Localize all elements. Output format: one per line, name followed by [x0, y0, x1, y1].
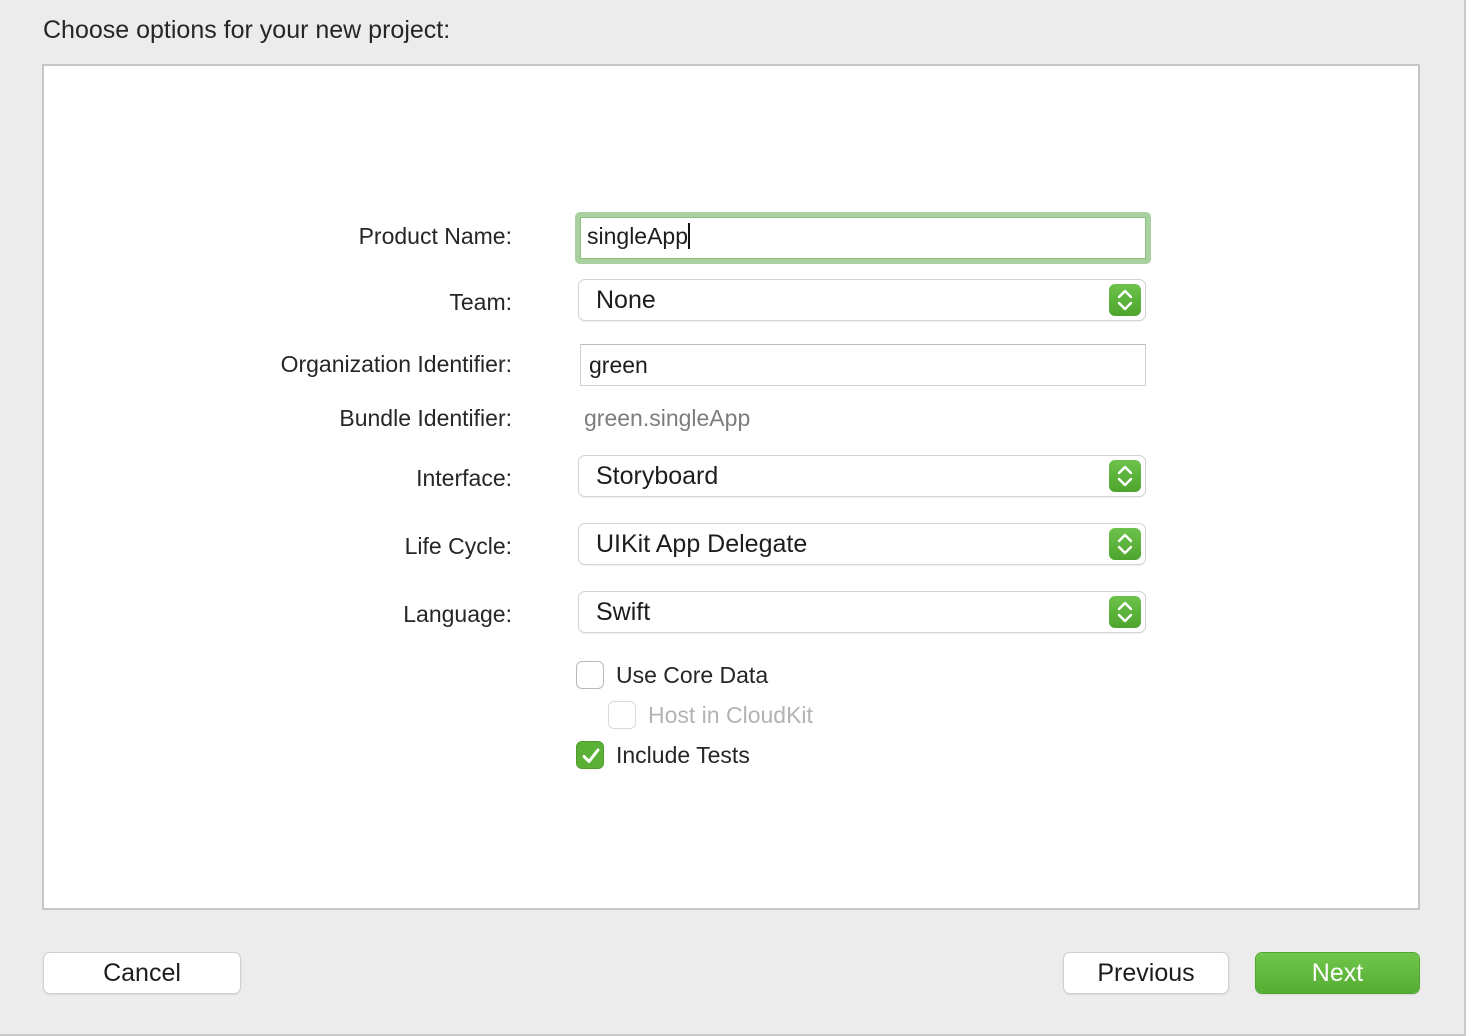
use-core-data-label: Use Core Data — [616, 662, 769, 688]
include-tests-checkbox[interactable] — [576, 741, 604, 769]
language-popup[interactable]: Swift — [579, 592, 1145, 632]
language-value: Swift — [596, 598, 651, 626]
team-value: None — [596, 286, 656, 314]
interface-label: Interface: — [416, 465, 512, 491]
host-in-cloudkit-checkbox — [608, 701, 636, 729]
use-core-data-checkbox[interactable] — [576, 661, 604, 689]
life-cycle-value: UIKit App Delegate — [596, 530, 808, 558]
interface-popup[interactable]: Storyboard — [579, 456, 1145, 496]
bundle-identifier-value: green.singleApp — [584, 405, 751, 431]
options-panel: Product Name: singleApp Team: None Organ… — [42, 64, 1420, 910]
team-label: Team: — [449, 289, 512, 315]
product-name-label: Product Name: — [358, 223, 512, 249]
up-down-chevron-icon — [1109, 528, 1141, 560]
up-down-chevron-icon — [1109, 596, 1141, 628]
next-button[interactable]: Next — [1256, 953, 1419, 993]
host-in-cloudkit-label: Host in CloudKit — [648, 702, 813, 728]
language-label: Language: — [403, 601, 512, 627]
new-project-options-sheet: Choose options for your new project: Pro… — [0, 0, 1466, 1036]
organization-identifier-label: Organization Identifier: — [280, 351, 512, 377]
include-tests-label: Include Tests — [616, 742, 750, 768]
organization-identifier-field[interactable]: green — [580, 344, 1146, 386]
up-down-chevron-icon — [1109, 460, 1141, 492]
team-popup[interactable]: None — [579, 280, 1145, 320]
text-caret — [688, 223, 691, 249]
cancel-button[interactable]: Cancel — [44, 953, 240, 993]
product-name-field[interactable]: singleApp — [575, 212, 1151, 264]
previous-button[interactable]: Previous — [1064, 953, 1228, 993]
dialog-heading: Choose options for your new project: — [43, 16, 451, 44]
checkmark-icon — [582, 748, 600, 763]
life-cycle-label: Life Cycle: — [404, 533, 512, 559]
product-name-value: singleApp — [587, 223, 689, 249]
interface-value: Storyboard — [596, 462, 719, 490]
bundle-identifier-label: Bundle Identifier: — [339, 405, 512, 431]
up-down-chevron-icon — [1109, 284, 1141, 316]
life-cycle-popup[interactable]: UIKit App Delegate — [579, 524, 1145, 564]
